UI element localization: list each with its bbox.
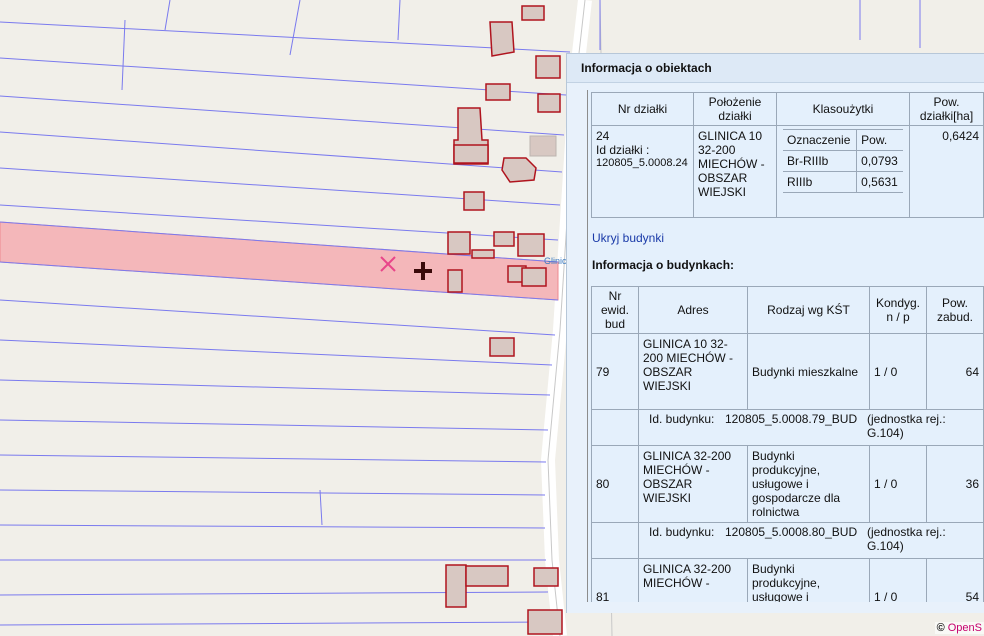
class-code: Br-RIIIb — [783, 150, 858, 172]
building-area: 54 — [926, 558, 984, 602]
panel-body[interactable]: Nr działki Położenie działki Klasoużytki… — [587, 90, 984, 602]
building-number: 81 — [591, 558, 639, 602]
parcel-number-cell: 24 Id działki : 120805_5.0008.24 — [591, 125, 694, 218]
building-number: 79 — [591, 333, 639, 410]
parcel-location: GLINICA 10 32-200 MIECHÓW - OBSZAR WIEJS… — [693, 125, 777, 218]
building-unit: (jednostka rej.: G.104) — [867, 412, 946, 440]
building-unit: (jednostka rej.: G.104) — [867, 525, 946, 553]
building-floors: 1 / 0 — [869, 445, 927, 523]
table-row: 79 GLINICA 10 32-200 MIECHÓW - OBSZAR WI… — [591, 333, 984, 410]
class-area: 0,0793 — [856, 150, 903, 172]
buildings-table: Nr ewid. bud Adres Rodzaj wg KŚT Kondyg.… — [591, 286, 984, 602]
class-area: 0,5631 — [856, 171, 903, 193]
parcel-id: 120805_5.0008.24 — [596, 157, 688, 169]
building-type: Budynki produkcyjne, usługowe i gospodar… — [747, 445, 870, 523]
header-floors: Kondyg. n / p — [869, 286, 927, 334]
parcel-table: Nr działki Położenie działki Klasoużytki… — [591, 92, 984, 218]
panel-title: Informacja o obiektach — [567, 54, 984, 83]
object-info-panel: Informacja o obiektach Nr działki Położe… — [566, 53, 984, 613]
class-code: RIIIb — [783, 171, 858, 193]
parcel-area: 0,6424 — [909, 125, 984, 218]
header-building-number: Nr ewid. bud — [591, 286, 639, 334]
parcel-number: 24 — [596, 129, 610, 143]
hide-buildings-link[interactable]: Ukryj budynki — [592, 231, 664, 245]
building-id-label: Id. budynku: — [649, 412, 715, 426]
building-id-cell: Id. budynku: 120805_5.0008.79_BUD (jedno… — [638, 409, 984, 446]
class-header-code: Oznaczenie — [783, 129, 858, 151]
building-floors: 1 / 0 — [869, 333, 927, 410]
building-area: 36 — [926, 445, 984, 523]
map-attribution: © OpenS — [934, 622, 984, 634]
land-classes-table: Oznaczenie Pow. Br-RIIIb 0,0793 RIIIb 0,563… — [783, 129, 903, 193]
header-location: Położenie działki — [693, 92, 777, 126]
header-built-area: Pow. zabud. — [926, 286, 984, 334]
land-classes-cell: Oznaczenie Pow. Br-RIIIb 0,0793 RIIIb 0,563… — [776, 125, 910, 218]
header-land-classes: Klasoużytki — [776, 92, 910, 126]
buildings-heading: Informacja o budynkach: — [592, 258, 735, 272]
header-address: Adres — [638, 286, 748, 334]
place-label: Glinic — [544, 256, 567, 266]
building-type: Budynki produkcyjne, usługowe i — [747, 558, 870, 602]
table-row: Id. budynku: 120805_5.0008.79_BUD (jedno… — [591, 409, 984, 446]
attribution-link[interactable]: OpenS — [948, 622, 982, 634]
header-parcel-area: Pow. działki[ha] — [909, 92, 984, 126]
building-type: Budynki mieszkalne — [747, 333, 870, 410]
building-id-cell: Id. budynku: 120805_5.0008.80_BUD (jedno… — [638, 522, 984, 559]
building-number: 80 — [591, 445, 639, 523]
table-row: Id. budynku: 120805_5.0008.80_BUD (jedno… — [591, 522, 984, 559]
building-floors: 1 / 0 — [869, 558, 927, 602]
building-address: GLINICA 10 32-200 MIECHÓW - OBSZAR WIEJS… — [638, 333, 748, 410]
building-id: 120805_5.0008.79_BUD — [725, 412, 858, 426]
table-row: 80 GLINICA 32-200 MIECHÓW - OBSZAR WIEJS… — [591, 445, 984, 523]
parcel-id-label: Id działki : — [596, 143, 650, 157]
building-area: 64 — [926, 333, 984, 410]
header-parcel-number: Nr działki — [591, 92, 694, 126]
class-header-area: Pow. — [856, 129, 903, 151]
building-id: 120805_5.0008.80_BUD — [725, 525, 858, 539]
header-building-type: Rodzaj wg KŚT — [747, 286, 870, 334]
building-id-label: Id. budynku: — [649, 525, 715, 539]
building-address: GLINICA 32-200 MIECHÓW - OBSZAR WIEJSKI — [638, 445, 748, 523]
table-row: 81 GLINICA 32-200 MIECHÓW - Budynki prod… — [591, 558, 984, 602]
building-address: GLINICA 32-200 MIECHÓW - — [638, 558, 748, 602]
